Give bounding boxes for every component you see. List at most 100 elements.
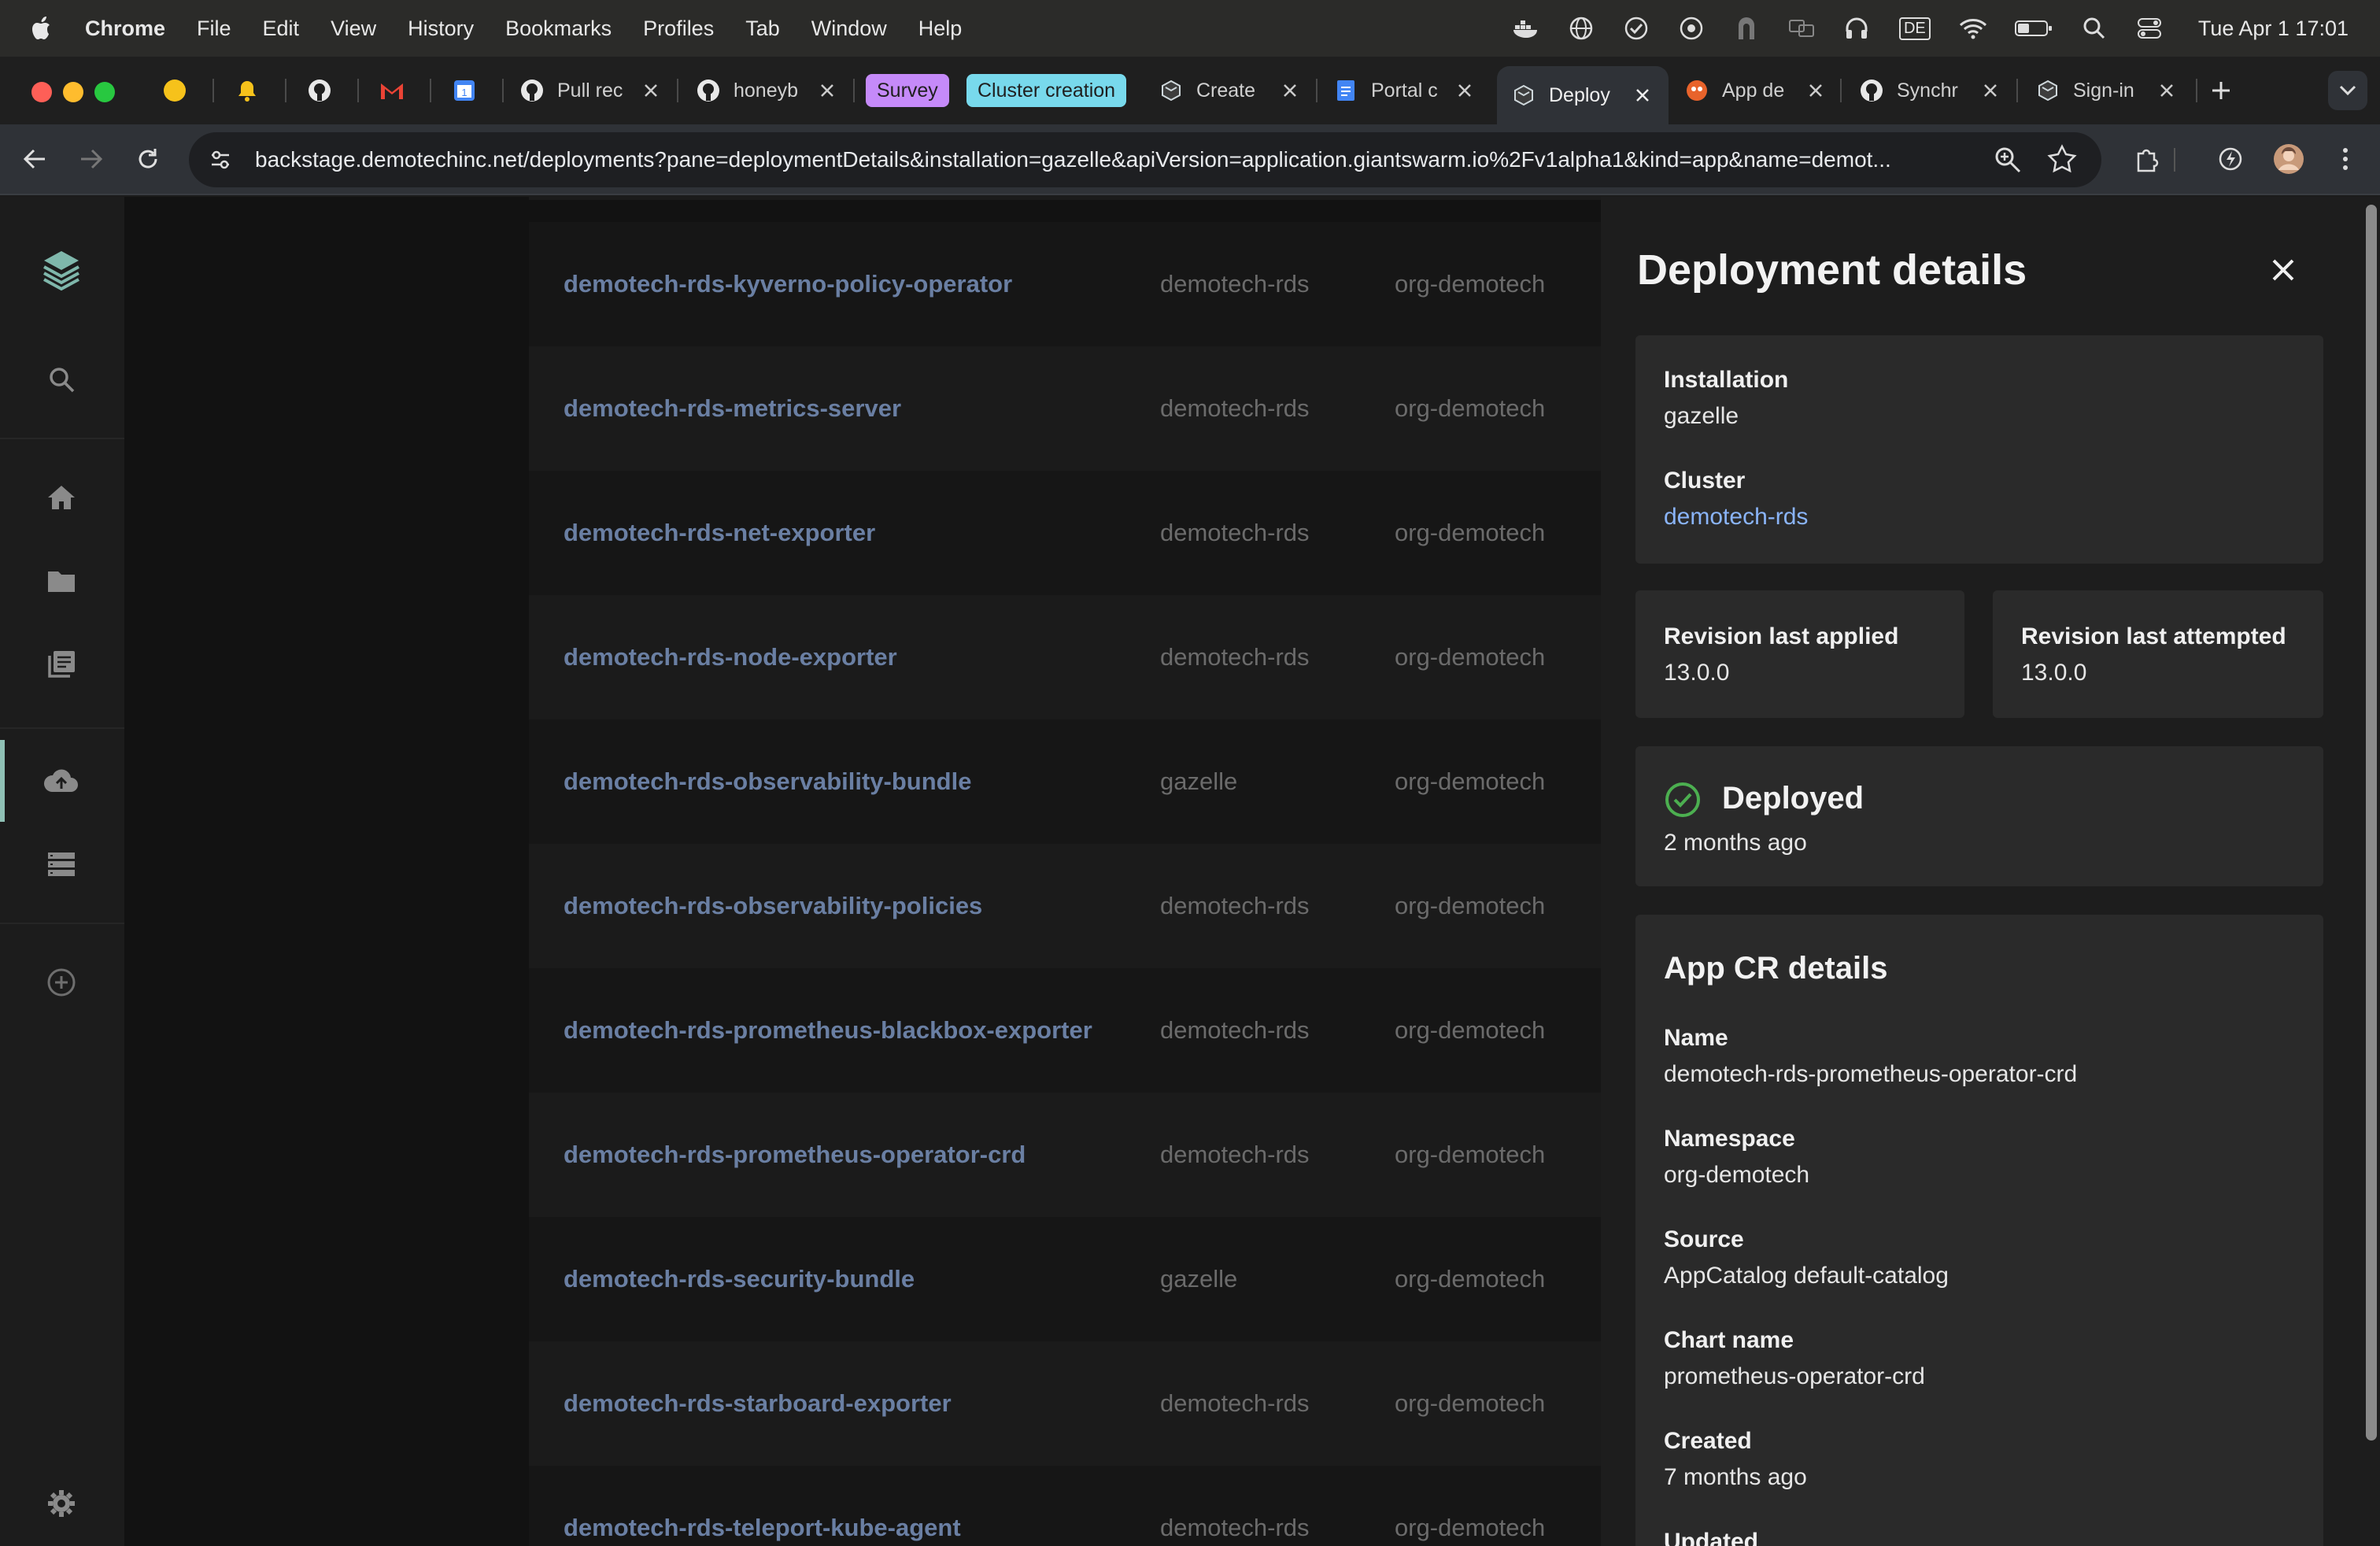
- chrome-menu-icon[interactable]: [2328, 142, 2363, 176]
- table-row[interactable]: demotech-rds-security-bundle gazelle org…: [529, 1217, 1615, 1341]
- tab-close-icon[interactable]: [1804, 79, 1828, 102]
- keyboard-layout-indicator[interactable]: DE: [1898, 14, 1932, 43]
- docker-icon[interactable]: [1512, 14, 1540, 43]
- extensions-icon[interactable]: [2130, 142, 2164, 176]
- performance-icon[interactable]: [2213, 142, 2248, 176]
- table-row[interactable]: demotech-rds-kyverno-policy-operator dem…: [529, 222, 1615, 346]
- deployment-name-link[interactable]: demotech-rds-metrics-server: [564, 394, 901, 423]
- tab-group-cluster-creation[interactable]: Cluster creation: [966, 74, 1127, 107]
- pinned-tab-1[interactable]: [162, 72, 200, 109]
- deployment-name-link[interactable]: demotech-rds-node-exporter: [564, 643, 897, 671]
- tab-close-icon[interactable]: [1453, 79, 1476, 102]
- pinned-tab-2[interactable]: [235, 72, 272, 109]
- menu-bookmarks[interactable]: Bookmarks: [505, 17, 612, 41]
- tab-app-details[interactable]: App de: [1684, 72, 1828, 109]
- table-row[interactable]: demotech-rds-prometheus-blackbox-exporte…: [529, 968, 1615, 1093]
- window-minimize-button[interactable]: [63, 82, 83, 102]
- tab-close-icon[interactable]: [2155, 79, 2179, 102]
- vpn-icon[interactable]: [1677, 14, 1706, 43]
- bookmark-star-icon[interactable]: [2046, 143, 2078, 175]
- site-info-icon[interactable]: [205, 144, 236, 176]
- tab-portal[interactable]: Portal c: [1333, 72, 1476, 109]
- docs-icon[interactable]: [41, 644, 82, 685]
- tab-close-icon[interactable]: [815, 79, 839, 102]
- menu-tab[interactable]: Tab: [745, 17, 780, 41]
- tab-sign-in[interactable]: Sign-in: [2035, 72, 2179, 109]
- settings-icon[interactable]: [41, 1483, 82, 1524]
- menu-profiles[interactable]: Profiles: [643, 17, 714, 41]
- battery-icon[interactable]: [2014, 14, 2053, 43]
- table-row[interactable]: [529, 197, 1615, 200]
- menu-window[interactable]: Window: [811, 17, 887, 41]
- pinned-tab-4[interactable]: [379, 72, 417, 109]
- tab-close-icon[interactable]: [639, 79, 663, 102]
- headphones-icon[interactable]: [1842, 14, 1871, 43]
- tab-group-survey[interactable]: Survey: [866, 74, 949, 107]
- folder-icon[interactable]: [41, 560, 82, 601]
- url-text[interactable]: backstage.demotechinc.net/deployments?pa…: [255, 147, 2057, 172]
- backstage-logo-icon[interactable]: [38, 246, 85, 302]
- deployment-name-link[interactable]: demotech-rds-net-exporter: [564, 519, 875, 547]
- window-close-button[interactable]: [31, 82, 52, 102]
- table-row[interactable]: demotech-rds-teleport-kube-agent demotec…: [529, 1466, 1615, 1546]
- globe-icon[interactable]: [1567, 14, 1595, 43]
- spotlight-search-icon[interactable]: [2080, 14, 2108, 43]
- tab-synchronize[interactable]: Synchr: [1859, 72, 2002, 109]
- pinned-tab-3[interactable]: [307, 72, 345, 109]
- control-center-icon[interactable]: [2135, 14, 2164, 43]
- deployment-name-link[interactable]: demotech-rds-observability-bundle: [564, 767, 971, 796]
- search-icon[interactable]: [41, 359, 82, 400]
- menu-app-name[interactable]: Chrome: [85, 17, 165, 41]
- menu-help[interactable]: Help: [918, 17, 963, 41]
- menu-edit[interactable]: Edit: [263, 17, 300, 41]
- deployment-name-link[interactable]: demotech-rds-starboard-exporter: [564, 1389, 952, 1418]
- forward-button[interactable]: [74, 142, 109, 176]
- table-row[interactable]: demotech-rds-starboard-exporter demotech…: [529, 1341, 1615, 1466]
- table-row[interactable]: demotech-rds-node-exporter demotech-rds …: [529, 595, 1615, 719]
- deployment-name-link[interactable]: demotech-rds-prometheus-operator-crd: [564, 1141, 1026, 1169]
- deployment-name-link[interactable]: demotech-rds-prometheus-blackbox-exporte…: [564, 1016, 1092, 1045]
- tab-pull-request[interactable]: Pull rec: [519, 72, 663, 109]
- profile-avatar[interactable]: [2271, 142, 2306, 176]
- reload-button[interactable]: [131, 142, 165, 176]
- tab-close-icon[interactable]: [1631, 83, 1654, 107]
- pinned-tab-5[interactable]: 1: [452, 72, 490, 109]
- tab-deployments-active[interactable]: Deploy: [1497, 66, 1669, 124]
- tab-create[interactable]: Create: [1159, 72, 1302, 109]
- create-icon[interactable]: [41, 962, 82, 1003]
- apple-icon[interactable]: [31, 16, 54, 41]
- table-row[interactable]: demotech-rds-net-exporter demotech-rds o…: [529, 471, 1615, 595]
- window-zoom-button[interactable]: [94, 82, 115, 102]
- tab-close-icon[interactable]: [1278, 79, 1302, 102]
- namespace-label: Namespace: [1664, 1126, 1795, 1152]
- arch-icon[interactable]: [1732, 14, 1761, 43]
- checkmark-circle-icon[interactable]: [1622, 14, 1650, 43]
- table-row[interactable]: demotech-rds-observability-bundle gazell…: [529, 719, 1615, 844]
- address-bar[interactable]: backstage.demotechinc.net/deployments?pa…: [189, 132, 2101, 187]
- drawer-scrollbar[interactable]: [2366, 205, 2377, 1441]
- home-icon[interactable]: [41, 477, 82, 518]
- deployments-icon[interactable]: [41, 760, 82, 801]
- new-tab-button[interactable]: [2208, 72, 2246, 109]
- menubar-clock[interactable]: Tue Apr 1 17:01: [2198, 17, 2349, 41]
- tab-search-button[interactable]: [2328, 71, 2367, 110]
- menu-view[interactable]: View: [331, 17, 376, 41]
- deployment-name-link[interactable]: demotech-rds-security-bundle: [564, 1265, 915, 1293]
- table-row[interactable]: demotech-rds-prometheus-operator-crd dem…: [529, 1093, 1615, 1217]
- deployment-name-link[interactable]: demotech-rds-teleport-kube-agent: [564, 1514, 961, 1542]
- menu-file[interactable]: File: [197, 17, 231, 41]
- back-button[interactable]: [17, 142, 52, 176]
- table-row[interactable]: demotech-rds-observability-policies demo…: [529, 844, 1615, 968]
- zoom-icon[interactable]: [1993, 145, 2023, 175]
- table-row[interactable]: demotech-rds-metrics-server demotech-rds…: [529, 346, 1615, 471]
- menu-history[interactable]: History: [408, 17, 474, 41]
- tab-honeybadger[interactable]: honeyb: [696, 72, 839, 109]
- deployment-name-link[interactable]: demotech-rds-observability-policies: [564, 892, 982, 920]
- cluster-link[interactable]: demotech-rds: [1664, 504, 1808, 531]
- wifi-icon[interactable]: [1959, 14, 1987, 43]
- tab-close-icon[interactable]: [1979, 79, 2002, 102]
- screens-icon[interactable]: [1787, 14, 1816, 43]
- list-icon[interactable]: [41, 844, 82, 885]
- deployment-name-link[interactable]: demotech-rds-kyverno-policy-operator: [564, 270, 1012, 298]
- close-icon[interactable]: [2262, 249, 2304, 291]
